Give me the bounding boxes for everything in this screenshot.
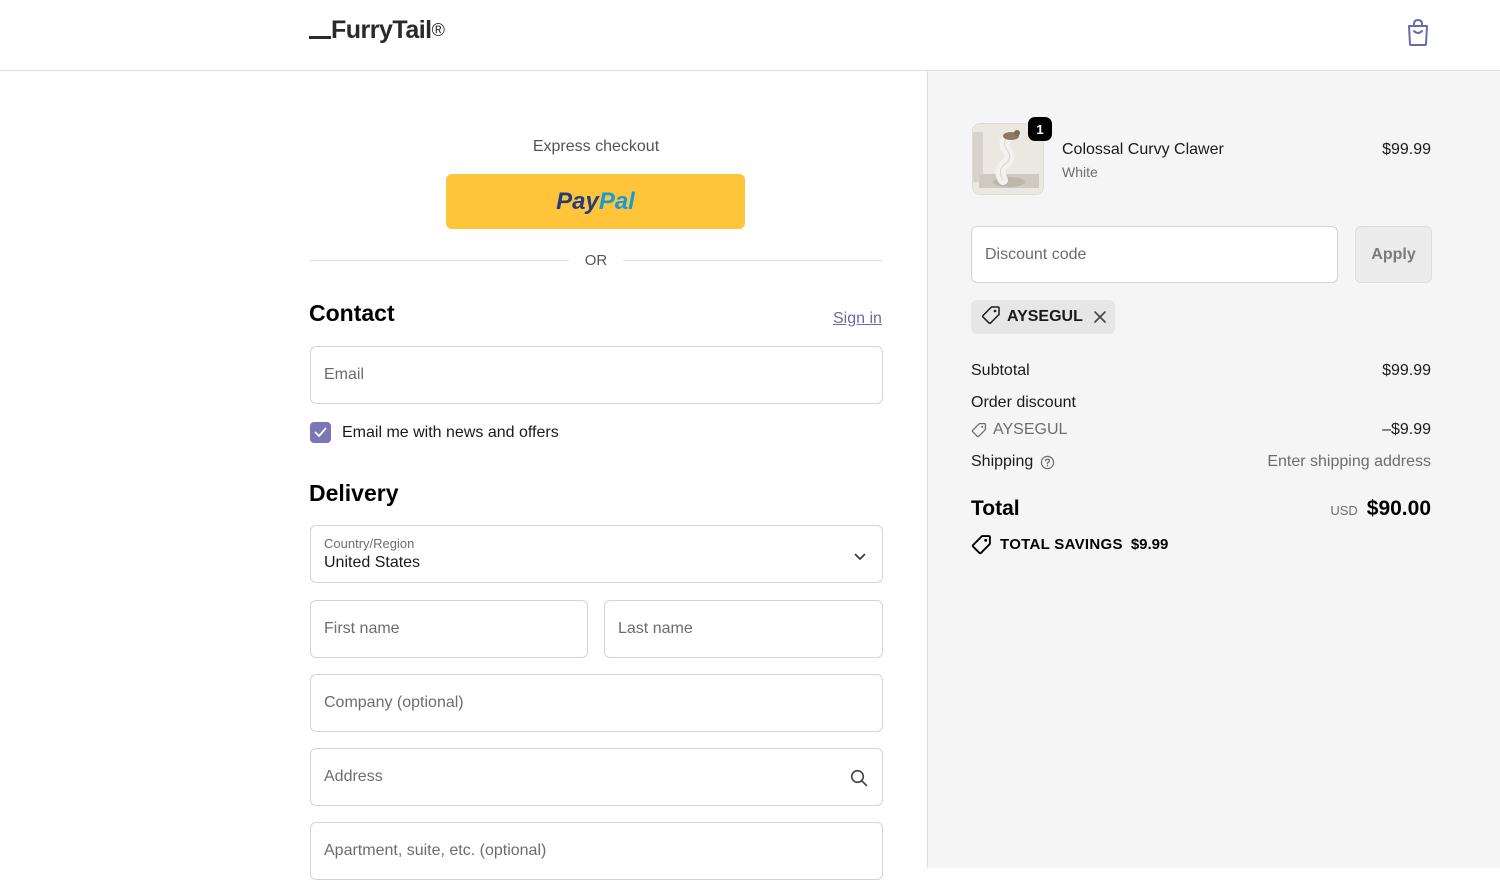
shopping-bag-icon[interactable] xyxy=(1404,17,1432,47)
chevron-down-icon xyxy=(854,548,866,566)
address-field[interactable]: Address xyxy=(310,748,883,806)
first-name-field[interactable]: First name xyxy=(310,600,588,658)
apartment-field[interactable]: Apartment, suite, etc. (optional) xyxy=(310,822,883,880)
checkout-form-pane: Express checkout Pay Pal OR Contact Sign … xyxy=(0,71,927,880)
discount-code-text: AYSEGUL xyxy=(993,421,1068,438)
newsletter-label: Email me with news and offers xyxy=(342,423,559,441)
company-field[interactable]: Company (optional) xyxy=(310,674,883,732)
total-savings: TOTAL SAVINGS $9.99 xyxy=(971,534,1168,555)
address-placeholder: Address xyxy=(324,768,383,785)
express-checkout-label: Express checkout xyxy=(532,138,660,155)
brand-mark: ® xyxy=(431,20,445,40)
tag-icon xyxy=(981,305,1001,330)
brand-logo[interactable]: FurryTail ® xyxy=(309,16,445,45)
last-name-field[interactable]: Last name xyxy=(604,600,883,658)
discount-code-row: AYSEGUL xyxy=(971,421,1067,439)
product-variant: White xyxy=(1062,164,1098,180)
paypal-button[interactable]: Pay Pal xyxy=(446,174,745,229)
product-name: Colossal Curvy Clawer xyxy=(1062,141,1224,158)
discount-code-input[interactable]: Discount code xyxy=(971,226,1338,283)
quantity-badge: 1 xyxy=(1028,117,1052,141)
order-discount-label: Order discount xyxy=(971,394,1076,411)
tag-icon xyxy=(971,422,987,438)
remove-discount-icon[interactable] xyxy=(1093,310,1107,324)
country-select[interactable]: Country/Region United States xyxy=(310,525,883,583)
applied-code: AYSEGUL xyxy=(1007,308,1083,325)
newsletter-checkbox[interactable] xyxy=(310,422,331,443)
search-icon[interactable] xyxy=(850,769,868,792)
or-text: OR xyxy=(584,252,608,269)
paypal-logo-part2: Pal xyxy=(598,187,635,215)
paypal-logo-part1: Pay xyxy=(556,187,599,215)
tag-icon xyxy=(971,534,992,555)
savings-label: TOTAL SAVINGS xyxy=(1000,536,1123,553)
product-price: $99.99 xyxy=(1382,141,1431,158)
currency-code: USD xyxy=(1330,503,1358,518)
sign-in-link[interactable]: Sign in xyxy=(833,310,882,328)
subtotal-label: Subtotal xyxy=(971,362,1030,379)
total-label: Total xyxy=(971,497,1020,520)
apply-discount-button[interactable]: Apply xyxy=(1355,226,1432,283)
shipping-row: Shipping xyxy=(971,453,1055,471)
brand-name: FurryTail xyxy=(331,16,432,44)
country-value: United States xyxy=(324,554,421,571)
savings-value: $9.99 xyxy=(1130,536,1169,553)
logo-dash xyxy=(309,36,331,39)
total-value: $90.00 xyxy=(1366,497,1431,520)
delivery-heading: Delivery xyxy=(309,480,399,506)
check-icon xyxy=(314,427,327,437)
email-field[interactable]: Email xyxy=(310,346,883,404)
subtotal-value: $99.99 xyxy=(1382,362,1431,379)
contact-heading: Contact xyxy=(309,300,395,326)
shipping-value: Enter shipping address xyxy=(1267,453,1431,470)
total-amount: USD $90.00 xyxy=(1330,497,1431,521)
discount-value: –$9.99 xyxy=(1382,421,1431,438)
site-header: FurryTail ® xyxy=(0,0,1500,71)
or-divider: OR xyxy=(309,251,883,271)
shipping-label: Shipping xyxy=(971,453,1034,470)
help-icon[interactable] xyxy=(1040,455,1055,470)
newsletter-checkbox-row[interactable]: Email me with news and offers xyxy=(310,422,559,443)
country-label: Country/Region xyxy=(324,536,415,551)
applied-discount-chip: AYSEGUL xyxy=(971,300,1115,334)
